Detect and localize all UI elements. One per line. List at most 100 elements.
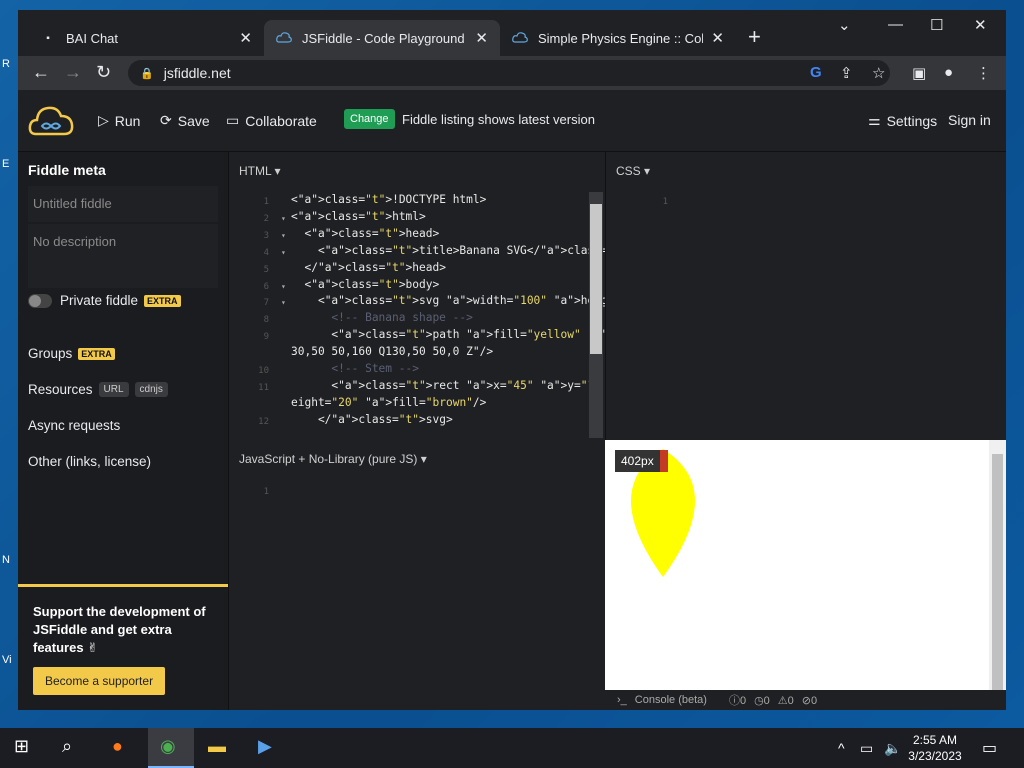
close-window-button[interactable]: ✕	[974, 16, 987, 34]
sidepanel-icon[interactable]: ▣	[912, 64, 926, 82]
powershell-icon[interactable]: ▶	[258, 736, 272, 757]
fiddle-title-input[interactable]: Untitled fiddle	[28, 186, 218, 222]
chrome-icon[interactable]: ◉	[160, 736, 176, 757]
extra-badge: EXTRA	[78, 347, 115, 360]
code-line: eight="20" "a">fill="brown"/>	[291, 395, 487, 409]
width-badge: 402px	[615, 450, 668, 472]
async-label: Async requests	[28, 418, 121, 433]
close-icon[interactable]: ✕	[239, 29, 252, 47]
line-number: 1	[263, 487, 269, 497]
fiddle-description-input[interactable]: No description	[28, 224, 218, 288]
console-bar[interactable]: ›_ Console (beta) ⓘ0 ◷0 ⚠0 ⊘0	[605, 690, 1006, 710]
close-icon[interactable]: ✕	[475, 29, 488, 47]
profile-icon[interactable]: ●	[944, 64, 953, 81]
line-number: 2	[263, 213, 269, 224]
line-number: 5	[263, 264, 269, 275]
sidebar-item-resources[interactable]: Resources URL cdnjs	[28, 382, 168, 397]
bai-icon: ▪	[46, 32, 50, 44]
css-panel-label[interactable]: CSS ▾	[616, 164, 650, 178]
change-button[interactable]: Change	[344, 109, 395, 129]
jsfiddle-logo[interactable]	[28, 104, 74, 138]
tab-jsfiddle[interactable]: JSFiddle - Code Playground ✕	[264, 20, 500, 56]
private-fiddle-label: Private fiddle EXTRA	[60, 293, 181, 308]
notification-icon[interactable]: ▭	[982, 738, 997, 758]
line-number: 9	[263, 332, 269, 343]
line-number: 12	[258, 416, 269, 427]
tab-bai-chat[interactable]: ▪ BAI Chat ✕	[28, 20, 264, 56]
sidebar-item-groups[interactable]: Groups EXTRA	[28, 346, 115, 361]
run-button[interactable]: ▷ Run	[98, 112, 140, 129]
star-icon[interactable]: ☆	[872, 64, 885, 82]
url-input[interactable]: 🔒 jsfiddle.net	[128, 60, 890, 86]
html-scroll-thumb[interactable]	[590, 204, 602, 354]
play-icon: ▷	[98, 112, 109, 128]
line-number: 1	[263, 197, 269, 207]
code-line: </"a">class="t">head>	[291, 260, 446, 274]
save-icon: ⟳	[160, 112, 172, 128]
file-explorer-icon[interactable]: ▬	[208, 736, 226, 757]
tab-title: Simple Physics Engine :: Collision	[538, 30, 704, 46]
support-text: Support the development of JSFiddle and …	[33, 604, 206, 655]
url-tag[interactable]: URL	[98, 382, 129, 397]
fold-arrow-icon[interactable]: ▾	[281, 245, 286, 262]
new-tab-button[interactable]: +	[748, 24, 761, 50]
result-frame[interactable]: 402px	[605, 440, 989, 690]
tab-title: JSFiddle - Code Playground	[302, 30, 465, 46]
save-button[interactable]: ⟳ Save	[160, 112, 210, 129]
reload-icon[interactable]: ↻	[96, 62, 111, 83]
google-icon[interactable]: G	[810, 64, 822, 81]
sidebar-item-async[interactable]: Async requests	[28, 418, 120, 433]
settings-button[interactable]: ⚌ Settings	[868, 112, 937, 129]
code-line: <"a">class="t">html>	[291, 209, 426, 223]
sidebar-title: Fiddle meta	[28, 162, 106, 178]
sign-in-button[interactable]: Sign in	[948, 112, 991, 128]
clock-date: 3/23/2023	[908, 749, 962, 763]
tab-physics-engine[interactable]: Simple Physics Engine :: Collision ✕	[500, 20, 736, 56]
html-panel: HTML ▾ 1 <"a">class="t">!DOCTYPE html> 2 ▾ <…	[228, 152, 716, 440]
minimize-button[interactable]: —	[888, 16, 903, 33]
address-bar: ← → ↻ 🔒 jsfiddle.net G ⇪ ☆ ▣ ● ⋮	[18, 56, 1006, 90]
chevron-up-icon[interactable]: ^	[838, 740, 845, 756]
support-box: Support the development of JSFiddle and …	[18, 584, 228, 710]
code-line: <"a">class="t">body>	[291, 277, 440, 291]
fold-arrow-icon[interactable]: ▾	[281, 211, 286, 228]
private-toggle[interactable]	[28, 294, 52, 308]
menu-icon[interactable]: ⋮	[976, 64, 991, 82]
sidebar-item-other[interactable]: Other (links, license)	[28, 454, 151, 469]
jsfiddle-header: ▷ Run ⟳ Save ▭ Collaborate Change Fiddle li…	[18, 90, 1006, 152]
result-scroll-thumb[interactable]	[992, 454, 1003, 696]
result-scrollbar[interactable]	[989, 440, 1006, 710]
close-icon[interactable]: ✕	[711, 29, 724, 47]
tab-search-icon[interactable]: ⌄	[838, 16, 851, 34]
js-panel-label[interactable]: JavaScript + No-Library (pure JS) ▾	[239, 452, 427, 466]
banana-shape	[631, 449, 695, 577]
start-icon[interactable]: ⊞	[14, 736, 29, 757]
extra-badge: EXTRA	[144, 294, 181, 307]
forward-icon[interactable]: →	[64, 62, 82, 83]
become-supporter-button[interactable]: Become a supporter	[33, 667, 166, 695]
fold-arrow-icon[interactable]: ▾	[281, 295, 286, 312]
cdnjs-tag[interactable]: cdnjs	[134, 382, 168, 397]
code-line: <!-- Stem -->	[291, 362, 419, 375]
fold-arrow-icon[interactable]: ▾	[281, 279, 286, 296]
info-count: ⓘ0	[728, 695, 747, 707]
back-icon[interactable]: ←	[32, 62, 50, 83]
jsfiddle-icon	[276, 30, 292, 46]
search-icon[interactable]: ⌕	[62, 736, 72, 757]
line-number: 1	[662, 197, 668, 207]
firefox-icon[interactable]: ●	[112, 736, 123, 757]
groups-label: Groups	[28, 346, 73, 361]
line-number: 4	[263, 247, 269, 258]
maximize-button[interactable]: ☐	[930, 16, 943, 34]
listing-notice: Fiddle listing shows latest version	[402, 112, 595, 127]
clock[interactable]: 2:55 AM 3/23/2023	[895, 732, 975, 764]
tab-title: BAI Chat	[66, 30, 119, 46]
network-icon[interactable]: ▭	[860, 740, 873, 757]
collaborate-button[interactable]: ▭ Collaborate	[226, 112, 317, 129]
line-number: 6	[263, 281, 269, 292]
code-line: </"a">class="t">svg>	[291, 412, 453, 426]
html-panel-label[interactable]: HTML ▾	[239, 164, 281, 178]
fold-arrow-icon[interactable]: ▾	[281, 228, 286, 245]
css-panel: CSS ▾ 1	[605, 152, 1006, 440]
share-icon[interactable]: ⇪	[840, 64, 853, 82]
